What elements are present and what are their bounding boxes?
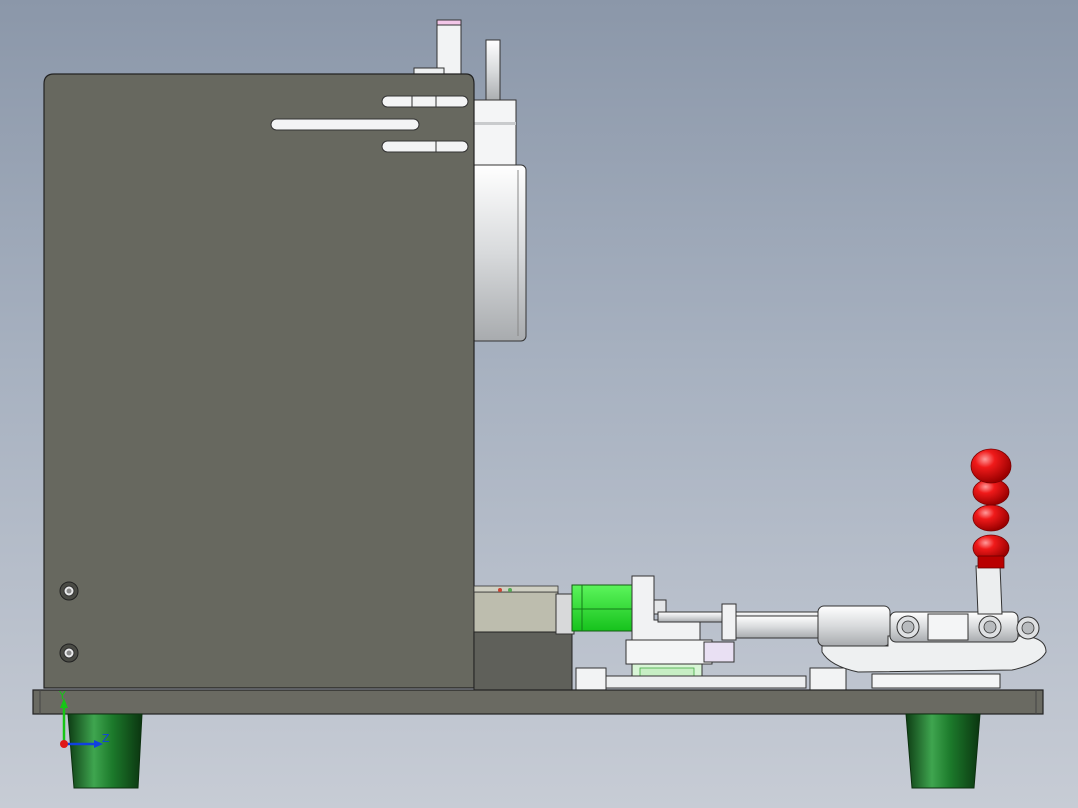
toggle-clamp[interactable] [657, 565, 1047, 689]
green-slider-block[interactable] [571, 584, 633, 632]
screw-hole-icon [59, 581, 79, 601]
screw-hole-icon [59, 643, 79, 663]
fixture-block [473, 585, 575, 691]
y-axis-label: Y [58, 689, 66, 702]
left-foot [67, 713, 143, 789]
z-axis-label: Z [102, 732, 110, 745]
vertical-cylinder [469, 99, 527, 342]
main-vertical-plate[interactable] [43, 73, 475, 689]
base-plate [32, 689, 1044, 715]
cad-scene[interactable]: Y Z [0, 0, 1078, 808]
x-axis-point [60, 740, 68, 748]
right-foot [905, 713, 981, 789]
red-handle-grip[interactable] [970, 448, 1012, 569]
cad-viewport[interactable]: Y Z [0, 0, 1078, 808]
